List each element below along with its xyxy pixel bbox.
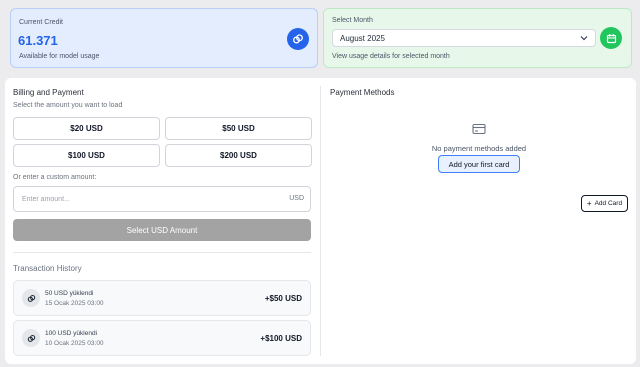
transaction-row: 100 USD yüklendi 10 Ocak 2025 03:00 +$10… <box>13 320 311 356</box>
custom-amount-field: USD <box>13 186 311 212</box>
transaction-amount: +$50 USD <box>264 294 302 303</box>
coins-icon <box>22 329 40 347</box>
month-label: Select Month <box>332 17 373 24</box>
amount-50-button[interactable]: $50 USD <box>165 117 312 140</box>
section-divider <box>13 252 311 253</box>
transaction-row: 50 USD yüklendi 15 Ocak 2025 03:00 +$50 … <box>13 280 311 316</box>
calendar-icon[interactable] <box>600 27 622 49</box>
amount-20-button[interactable]: $20 USD <box>13 117 160 140</box>
transaction-date: 15 Ocak 2025 03:00 <box>45 300 104 307</box>
transaction-title: 50 USD yüklendi <box>45 290 94 297</box>
amount-100-button[interactable]: $100 USD <box>13 144 160 167</box>
select-month-card: Select Month August 2025 View usage deta… <box>323 8 632 68</box>
month-selected-value: August 2025 <box>340 33 385 43</box>
transaction-title: 100 USD yüklendi <box>45 330 98 337</box>
billing-hint: Select the amount you want to load <box>13 102 123 109</box>
transaction-history-title: Transaction History <box>13 264 82 273</box>
currency-suffix: USD <box>289 195 304 202</box>
add-card-button[interactable]: + Add Card <box>581 195 628 212</box>
amount-200-button[interactable]: $200 USD <box>165 144 312 167</box>
credit-subtitle: Available for model usage <box>19 53 100 60</box>
credit-card-icon <box>472 122 486 140</box>
credit-label: Current Credit <box>19 19 63 26</box>
coins-icon <box>22 289 40 307</box>
credit-value: 61.371 <box>18 33 58 48</box>
plus-icon: + <box>586 198 592 208</box>
chevron-down-icon <box>580 34 588 43</box>
select-usd-amount-button[interactable]: Select USD Amount <box>13 219 311 241</box>
month-select[interactable]: August 2025 <box>332 29 596 47</box>
transaction-amount: +$100 USD <box>260 334 302 343</box>
panel-divider <box>320 86 321 356</box>
no-payment-methods-text: No payment methods added <box>431 144 527 153</box>
month-subtitle: View usage details for selected month <box>332 53 450 60</box>
custom-amount-input[interactable] <box>14 187 254 211</box>
add-first-card-button[interactable]: Add your first card <box>438 155 520 173</box>
add-card-label: Add Card <box>594 200 623 207</box>
custom-amount-label: Or enter a custom amount: <box>13 174 97 181</box>
current-credit-card: Current Credit 61.371 Available for mode… <box>10 8 318 68</box>
payment-methods-title: Payment Methods <box>330 88 395 97</box>
coins-icon <box>287 28 309 50</box>
billing-title: Billing and Payment <box>13 88 84 97</box>
transaction-date: 10 Ocak 2025 03:00 <box>45 340 104 347</box>
